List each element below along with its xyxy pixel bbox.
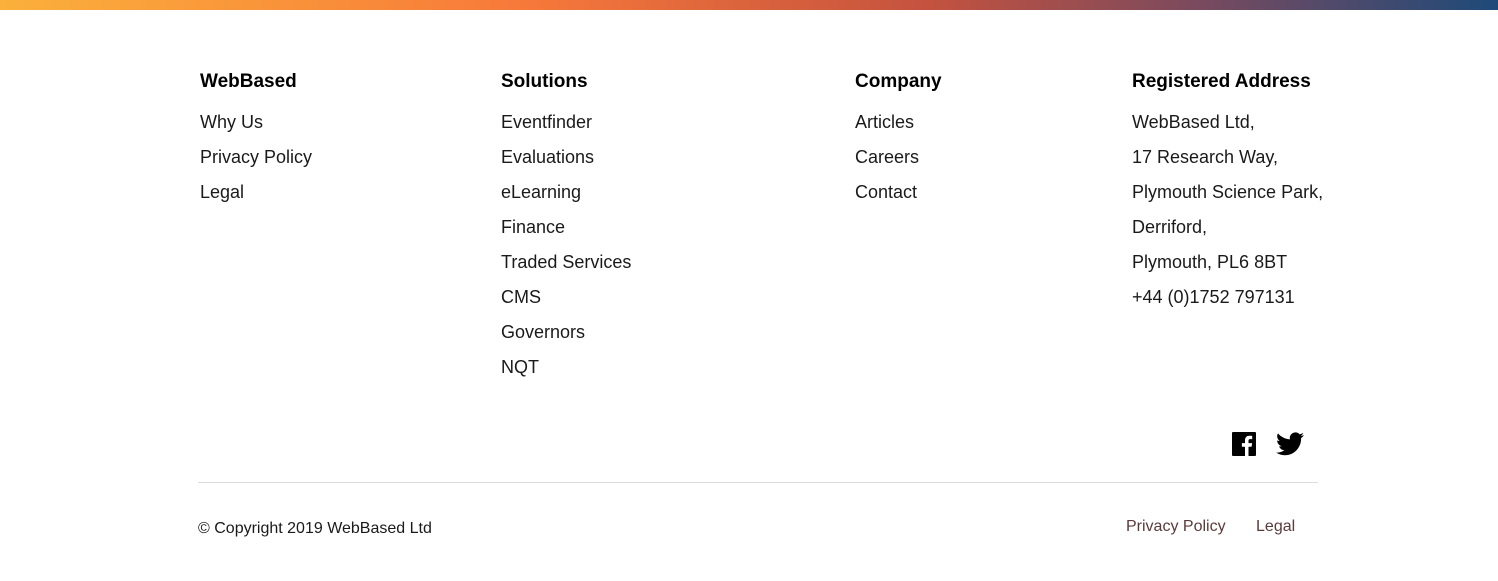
- footer-link-cms[interactable]: CMS: [501, 280, 631, 315]
- address-line: Derriford,: [1132, 217, 1208, 237]
- address-line: Plymouth, PL6 8BT: [1132, 252, 1288, 272]
- footer-link-careers[interactable]: Careers: [855, 140, 942, 175]
- footer-link-elearning[interactable]: eLearning: [501, 175, 631, 210]
- top-gradient-bar: [0, 0, 1498, 10]
- phone-number: +44 (0)1752 797131: [1132, 287, 1295, 307]
- footer-link-why-us[interactable]: Why Us: [200, 105, 312, 140]
- footer-link-governors[interactable]: Governors: [501, 315, 631, 350]
- twitter-icon[interactable]: [1276, 432, 1304, 456]
- column-heading: Registered Address: [1132, 71, 1311, 92]
- footer-link-finance[interactable]: Finance: [501, 210, 631, 245]
- column-heading: Company: [855, 71, 942, 92]
- footer-link-articles[interactable]: Articles: [855, 105, 942, 140]
- bottom-links: Privacy Policy Legal: [1126, 516, 1295, 538]
- footer-link-traded-services[interactable]: Traded Services: [501, 245, 631, 280]
- footer-link-contact[interactable]: Contact: [855, 175, 942, 210]
- link-list: Articles Careers Contact: [855, 105, 942, 210]
- footer-link-nqt[interactable]: NQT: [501, 350, 631, 385]
- footer-link-eventfinder[interactable]: Eventfinder: [501, 105, 631, 140]
- link-list: Why Us Privacy Policy Legal: [200, 105, 312, 210]
- footer-link-privacy-policy[interactable]: Privacy Policy: [200, 140, 312, 175]
- footer-link-evaluations[interactable]: Evaluations: [501, 140, 631, 175]
- link-list: Eventfinder Evaluations eLearning Financ…: [501, 105, 631, 385]
- address-line: WebBased Ltd,: [1132, 112, 1255, 132]
- footer-column-webbased: WebBased Why Us Privacy Policy Legal: [200, 70, 312, 210]
- bottom-link-legal[interactable]: Legal: [1256, 518, 1295, 535]
- footer-column-solutions: Solutions Eventfinder Evaluations eLearn…: [501, 70, 631, 385]
- column-heading: WebBased: [200, 71, 297, 92]
- footer-link-legal[interactable]: Legal: [200, 175, 312, 210]
- address-line: Plymouth Science Park,: [1132, 182, 1324, 202]
- address-line: 17 Research Way,: [1132, 147, 1279, 167]
- footer-column-address: Registered Address WebBased Ltd, 17 Rese…: [1132, 70, 1323, 315]
- column-heading: Solutions: [501, 71, 588, 92]
- address-lines: WebBased Ltd, 17 Research Way, Plymouth …: [1132, 105, 1323, 315]
- facebook-icon[interactable]: [1232, 432, 1256, 456]
- footer-divider: [198, 482, 1318, 483]
- bottom-link-privacy-policy[interactable]: Privacy Policy: [1126, 518, 1226, 535]
- copyright-text: © Copyright 2019 WebBased Ltd: [198, 520, 432, 537]
- footer-column-company: Company Articles Careers Contact: [855, 70, 942, 210]
